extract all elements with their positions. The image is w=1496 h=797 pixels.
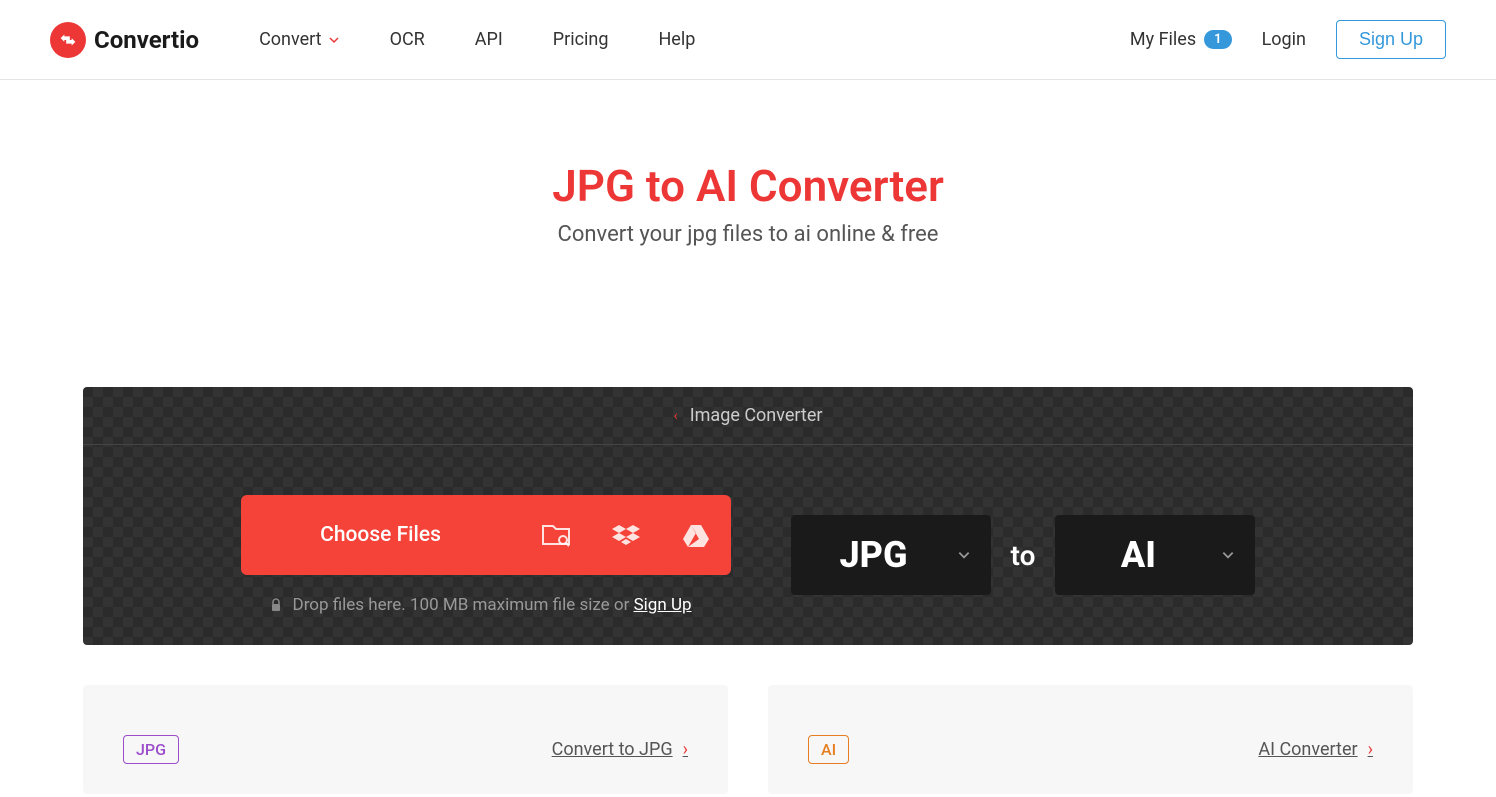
chevron-right-icon: ›: [1368, 739, 1373, 760]
lock-icon: [269, 598, 283, 612]
jpg-badge: JPG: [123, 735, 179, 764]
browse-local-icon[interactable]: [521, 495, 591, 575]
main-header: Convertio Convert OCR API Pricing Help M…: [0, 0, 1496, 80]
header-right: My Files 1 Login Sign Up: [1130, 20, 1446, 59]
info-card-ai: AI AI Converter ›: [768, 685, 1413, 794]
hero-title: JPG to AI Converter: [20, 160, 1476, 212]
nav-help[interactable]: Help: [658, 29, 695, 50]
chevron-left-icon: ‹: [674, 408, 678, 424]
convert-to-jpg-link[interactable]: Convert to JPG ›: [552, 739, 688, 760]
drop-signup-link[interactable]: Sign Up: [634, 595, 692, 615]
chevron-down-icon: [328, 34, 340, 46]
login-link[interactable]: Login: [1262, 29, 1306, 50]
breadcrumb-link[interactable]: ‹ Image Converter: [83, 387, 1413, 445]
dropbox-icon[interactable]: [591, 495, 661, 575]
nav-pricing[interactable]: Pricing: [553, 29, 609, 50]
nav-api[interactable]: API: [475, 29, 503, 50]
my-files-link[interactable]: My Files 1: [1130, 29, 1232, 50]
drop-hint: Drop files here. 100 MB maximum file siz…: [241, 595, 731, 615]
chevron-right-icon: ›: [683, 739, 688, 760]
file-count-badge: 1: [1204, 30, 1231, 49]
format-row: JPG to AI: [791, 515, 1256, 595]
main-nav: Convert OCR API Pricing Help: [259, 29, 1130, 50]
from-format-select[interactable]: JPG: [791, 515, 991, 595]
info-cards: JPG Convert to JPG › AI AI Converter ›: [83, 685, 1413, 794]
ai-badge: AI: [808, 735, 849, 764]
logo-text: Convertio: [94, 26, 199, 54]
logo[interactable]: Convertio: [50, 22, 199, 58]
hero-section: JPG to AI Converter Convert your jpg fil…: [0, 80, 1496, 307]
nav-convert[interactable]: Convert: [259, 29, 340, 50]
logo-icon: [50, 22, 86, 58]
ai-converter-link[interactable]: AI Converter ›: [1258, 739, 1373, 760]
signup-button[interactable]: Sign Up: [1336, 20, 1446, 59]
choose-files-button[interactable]: Choose Files: [241, 523, 521, 547]
upload-area: ‹ Image Converter Choose Files: [83, 387, 1413, 645]
choose-files-group: Choose Files: [241, 495, 731, 575]
hero-subtitle: Convert your jpg files to ai online & fr…: [20, 222, 1476, 247]
chevron-down-icon: [1221, 548, 1235, 562]
google-drive-icon[interactable]: [661, 495, 731, 575]
to-format-select[interactable]: AI: [1055, 515, 1255, 595]
chevron-down-icon: [957, 548, 971, 562]
nav-ocr[interactable]: OCR: [390, 29, 425, 50]
info-card-jpg: JPG Convert to JPG ›: [83, 685, 728, 794]
to-label: to: [1011, 539, 1036, 572]
